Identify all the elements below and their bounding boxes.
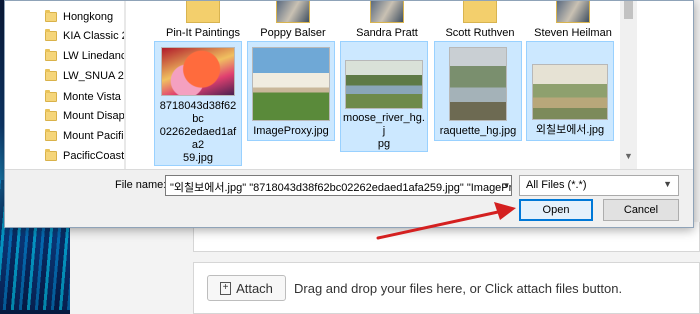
folder-label: Scott Ruthven bbox=[445, 27, 515, 39]
nav-folder-label: Mount Disapp bbox=[63, 110, 125, 122]
attach-area: + Attach Drag and drop your files here, … bbox=[193, 262, 700, 314]
folder-icon bbox=[45, 29, 57, 41]
folder-item[interactable]: Scott Ruthven bbox=[433, 1, 527, 41]
nav-folder-item[interactable]: Hongkong bbox=[45, 8, 113, 26]
file-item[interactable]: 외칠보에서.jpg bbox=[526, 41, 614, 141]
scroll-down-icon[interactable]: ▼ bbox=[624, 151, 633, 161]
folder-icon bbox=[463, 1, 497, 23]
folder-icon bbox=[45, 109, 57, 121]
file-item[interactable]: moose_river_hg.j pg bbox=[340, 41, 428, 152]
file-label-line: ImageProxy.jpg bbox=[253, 125, 329, 137]
folder-label: Steven Heilman bbox=[534, 27, 612, 39]
nav-folder-item[interactable]: LW Linedance bbox=[45, 47, 124, 65]
attach-button[interactable]: + Attach bbox=[207, 275, 286, 301]
filetype-select[interactable]: All Files (*.*) ▼ bbox=[519, 175, 679, 196]
file-list-area: Pin-It Paintings Poppy Balser Sandra Pra… bbox=[150, 1, 620, 169]
nav-folder-item[interactable]: Monte Vista C bbox=[45, 88, 124, 106]
file-item[interactable]: ImageProxy.jpg bbox=[247, 41, 335, 141]
file-label-line: pg bbox=[377, 138, 391, 150]
nav-folder-label: LW_SNUA 201 bbox=[63, 70, 124, 82]
file-open-dialog: Hongkong KIA Classic 20 LW Linedance LW_… bbox=[4, 0, 694, 228]
file-item[interactable]: 8718043d38f62bc 02262edaed1afa2 59.jpg bbox=[154, 41, 242, 166]
folder-item[interactable]: Poppy Balser bbox=[246, 1, 340, 41]
attach-hint-text: Drag and drop your files here, or Click … bbox=[294, 281, 623, 296]
chevron-down-icon[interactable]: ▼ bbox=[502, 176, 511, 195]
file-list-scrollbar[interactable]: ▼ bbox=[620, 1, 637, 169]
file-label-line: 외칠보에서.jpg bbox=[535, 124, 605, 136]
navigation-pane: Hongkong KIA Classic 20 LW Linedance LW_… bbox=[5, 1, 125, 169]
nav-folder-item[interactable]: KIA Classic 20 bbox=[45, 27, 124, 45]
file-item[interactable]: raquette_hg.jpg bbox=[434, 41, 522, 141]
file-label-line: 59.jpg bbox=[183, 152, 213, 164]
nav-folder-label: Hongkong bbox=[63, 11, 114, 23]
nav-folder-label: Monte Vista C bbox=[63, 91, 124, 103]
dialog-body: Hongkong KIA Classic 20 LW Linedance LW_… bbox=[5, 1, 693, 169]
folder-icon bbox=[186, 1, 220, 23]
nav-folder-item[interactable]: Mount Disapp bbox=[45, 107, 125, 125]
folder-icon bbox=[45, 149, 57, 161]
folder-label: Poppy Balser bbox=[260, 27, 326, 39]
folder-icon bbox=[45, 49, 57, 61]
file-label-line: 8718043d38f62bc bbox=[159, 100, 237, 125]
nav-folder-item[interactable]: Mount Pacific bbox=[45, 127, 125, 145]
filename-input[interactable]: "외칠보에서.jpg" "8718043d38f62bc02262edaed1a… bbox=[165, 175, 512, 196]
folder-icon bbox=[45, 129, 57, 141]
attach-file-icon: + bbox=[220, 281, 232, 295]
chevron-down-icon: ▼ bbox=[663, 179, 672, 189]
nav-folder-label: LW Linedance bbox=[63, 50, 124, 62]
folder-icon bbox=[45, 69, 57, 81]
cancel-button[interactable]: Cancel bbox=[603, 199, 679, 221]
nav-scrollbar[interactable] bbox=[124, 1, 126, 169]
open-button[interactable]: Open bbox=[519, 199, 593, 221]
folder-icon bbox=[370, 1, 404, 23]
nav-folder-label: KIA Classic 20 bbox=[63, 30, 124, 42]
folder-label: Sandra Pratt bbox=[356, 27, 418, 39]
file-thumbnail bbox=[161, 47, 235, 96]
file-label-line: 02262edaed1afa2 bbox=[159, 126, 237, 151]
filetype-value: All Files (*.*) bbox=[526, 179, 587, 191]
nav-folder-item[interactable]: PacificCoast C bbox=[45, 147, 125, 165]
file-thumbnail bbox=[532, 64, 608, 120]
folder-icon bbox=[45, 10, 57, 22]
scrollbar-thumb[interactable] bbox=[624, 1, 633, 19]
file-label-line: raquette_hg.jpg bbox=[439, 125, 517, 137]
folder-item[interactable]: Pin-It Paintings bbox=[156, 1, 250, 41]
folder-icon bbox=[556, 1, 590, 23]
attach-button-label: Attach bbox=[236, 280, 273, 296]
folder-item[interactable]: Steven Heilman bbox=[526, 1, 620, 41]
nav-folder-label: Mount Pacific bbox=[63, 130, 125, 142]
dialog-footer: File name: "외칠보에서.jpg" "8718043d38f62bc0… bbox=[5, 169, 693, 227]
file-label-line: moose_river_hg.j bbox=[343, 112, 425, 137]
file-thumbnail bbox=[345, 60, 423, 109]
folder-item[interactable]: Sandra Pratt bbox=[340, 1, 434, 41]
folder-label: Pin-It Paintings bbox=[166, 27, 240, 39]
file-thumbnail bbox=[449, 47, 507, 121]
nav-folder-item[interactable]: LW_SNUA 201 bbox=[45, 67, 124, 85]
folder-icon bbox=[45, 90, 57, 102]
nav-folder-label: PacificCoast C bbox=[63, 150, 125, 162]
folder-icon bbox=[276, 1, 310, 23]
file-thumbnail bbox=[252, 47, 330, 121]
filename-label: File name: bbox=[115, 179, 167, 191]
